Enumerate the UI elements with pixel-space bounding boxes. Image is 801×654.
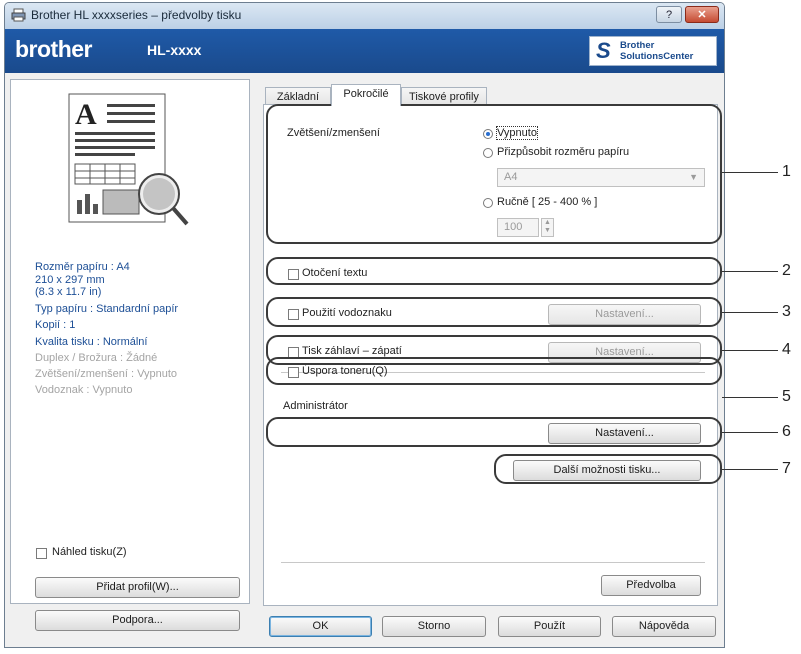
toner-save-label: Úspora toneru(Q) [302,365,388,377]
print-preview-checkbox[interactable] [36,548,47,559]
chevron-down-icon: ▼ [689,172,698,182]
percent-spinner-icon[interactable]: ▲ ▼ [541,218,554,237]
paper-size-select[interactable]: A4 ▼ [497,168,705,187]
callout-line-1 [722,172,778,173]
callout-line-3 [722,312,778,313]
callout-line-5 [722,397,778,398]
print-preferences-window: Brother HL xxxxseries – předvolby tisku … [4,2,725,648]
scaling-label: Zvětšení/zmenšení [287,127,380,139]
summary-duplex: Duplex / Brožura : Žádné [35,352,158,364]
page-preview-icon: A [68,93,189,226]
callout-number-5: 5 [782,388,791,405]
help-button[interactable]: Nápověda [612,616,716,637]
administrator-settings-button[interactable]: Nastavení... [548,423,701,444]
reverse-print-label: Otočení textu [302,267,368,279]
solutions-center-icon: S [596,38,611,63]
printer-icon [11,8,26,22]
close-icon[interactable]: ✕ [685,6,719,23]
callout-number-4: 4 [782,341,791,358]
bottom-divider [281,562,705,563]
default-button[interactable]: Předvolba [601,575,701,596]
callout-number-7: 7 [782,460,791,477]
scaling-manual-radio[interactable] [483,198,493,208]
header-footer-label: Tisk záhlaví – zápatí [302,345,402,357]
scaling-manual-label: Ručně [ 25 - 400 % ] [497,196,598,208]
summary-scaling: Zvětšení/zmenšení : Vypnuto [35,368,178,380]
title-bar: Brother HL xxxxseries – předvolby tisku … [5,3,724,30]
scaling-fit-label: Přizpůsobit rozměru papíru [497,146,630,158]
reverse-print-checkbox[interactable] [288,269,299,280]
callout-number-2: 2 [782,262,791,279]
tab-advanced[interactable]: Pokročilé [331,84,401,106]
header-footer-settings-button[interactable]: Nastavení... [548,342,701,363]
other-print-options-button[interactable]: Další možnosti tisku... [513,460,701,481]
svg-text:A: A [75,98,97,131]
administrator-label: Administrátor [283,400,348,412]
summary-media-type: Typ papíru : Standardní papír [35,303,179,315]
scaling-off-label: Vypnuto [496,126,538,140]
solutions-center-button[interactable]: S Brother SolutionsCenter [589,36,717,66]
print-preview-label: Náhled tisku(Z) [52,546,127,558]
callout-number-3: 3 [782,303,791,320]
window-title: Brother HL xxxxseries – předvolby tisku [31,8,242,22]
apply-button[interactable]: Použít [498,616,601,637]
watermark-label: Použití vodoznaku [302,307,392,319]
cancel-button[interactable]: Storno [382,616,486,637]
summary-paper-in: (8.3 x 11.7 in) [35,286,102,298]
add-profile-button[interactable]: Přidat profil(W)... [35,577,240,598]
watermark-settings-button[interactable]: Nastavení... [548,304,701,325]
summary-watermark: Vodoznak : Vypnuto [35,384,133,396]
scaling-fit-radio[interactable] [483,148,493,158]
manual-percent-input[interactable]: 100 [497,218,539,237]
brother-logo: brother [15,36,93,62]
summary-quality: Kvalita tisku : Normální [35,336,148,348]
summary-panel: A Rozměr papíru : A4 210 x 297 mm (8.3 x… [10,79,250,604]
summary-paper-size: Rozměr papíru : A4 [35,261,130,273]
callout-number-6: 6 [782,423,791,440]
callout-line-6 [722,432,778,433]
watermark-checkbox[interactable] [288,309,299,320]
toner-save-checkbox[interactable] [288,367,299,378]
solutions-center-label: Brother SolutionsCenter [620,40,694,62]
model-name: HL-xxxx [147,42,202,58]
callout-line-4 [722,350,778,351]
callout-number-1: 1 [782,163,791,180]
callout-line-7 [722,469,778,470]
scaling-off-radio[interactable] [483,129,493,139]
paper-size-value: A4 [504,171,518,183]
brother-banner: brother HL-xxxx S Brother SolutionsCenter [5,29,724,73]
ok-button[interactable]: OK [269,616,372,637]
callout-line-2 [722,271,778,272]
header-footer-checkbox[interactable] [288,347,299,358]
summary-copies: Kopií : 1 [35,319,76,331]
support-button[interactable]: Podpora... [35,610,240,631]
help-icon[interactable]: ? [656,6,682,23]
